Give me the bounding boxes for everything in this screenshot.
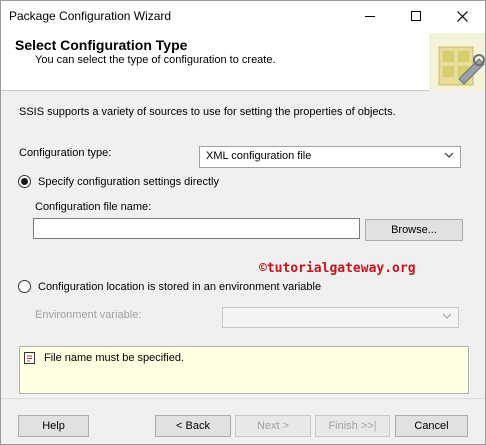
message-text: File name must be specified. (44, 352, 185, 364)
warning-icon (24, 352, 35, 364)
maximize-icon (411, 11, 421, 21)
radio-selected-dot (21, 178, 28, 185)
wizard-logo-icon (429, 33, 485, 91)
radio-button-direct[interactable] (18, 175, 31, 188)
browse-button[interactable]: Browse... (365, 219, 463, 241)
config-file-name-input[interactable] (33, 218, 360, 239)
minimize-icon (365, 15, 375, 17)
title-bar: Package Configuration Wizard (1, 1, 485, 31)
configuration-type-value: XML configuration file (206, 150, 312, 162)
radio-env-label: Configuration location is stored in an e… (38, 280, 322, 293)
wizard-content: SSIS supports a variety of sources to us… (1, 92, 485, 398)
page-title: Select Configuration Type (15, 37, 188, 53)
radio-direct-label: Specify configuration settings directly (38, 175, 219, 188)
maximize-button[interactable] (393, 1, 439, 31)
wizard-header: Select Configuration Type You can select… (1, 31, 485, 91)
config-file-name-label: Configuration file name: (35, 201, 152, 213)
window-title: Package Configuration Wizard (9, 9, 172, 23)
chevron-down-icon (444, 152, 454, 158)
radio-specify-directly[interactable]: Specify configuration settings directly (18, 175, 219, 188)
watermark-text: ©tutorialgateway.org (259, 261, 416, 276)
help-button[interactable]: Help (18, 415, 89, 437)
cancel-button[interactable]: Cancel (395, 415, 468, 437)
back-button[interactable]: < Back (155, 415, 231, 437)
intro-text: SSIS supports a variety of sources to us… (19, 106, 396, 118)
finish-button[interactable]: Finish >>| (315, 415, 390, 437)
close-icon (456, 10, 468, 22)
minimize-button[interactable] (347, 1, 393, 31)
chevron-down-icon (442, 313, 452, 319)
radio-button-env[interactable] (18, 280, 31, 293)
env-var-dropdown[interactable] (222, 307, 459, 328)
wizard-window: Package Configuration Wizard Select Conf… (0, 0, 486, 445)
radio-environment-variable[interactable]: Configuration location is stored in an e… (18, 280, 321, 293)
env-var-label: Environment variable: (35, 309, 142, 321)
configuration-type-dropdown[interactable]: XML configuration file (199, 146, 461, 168)
next-button[interactable]: Next > (235, 415, 311, 437)
close-button[interactable] (439, 1, 485, 31)
page-subtitle: You can select the type of configuration… (35, 54, 276, 66)
message-panel: File name must be specified. (19, 346, 469, 394)
configuration-type-label: Configuration type: (19, 147, 112, 159)
wizard-footer: Help < Back Next > Finish >>| Cancel (1, 398, 485, 444)
